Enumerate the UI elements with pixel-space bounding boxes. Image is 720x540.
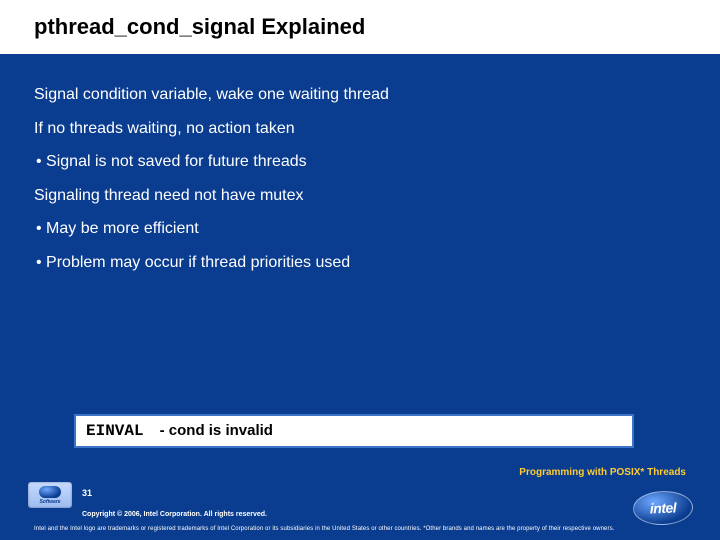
title-bar: pthread_cond_signal Explained bbox=[0, 0, 720, 54]
paragraph: Signal condition variable, wake one wait… bbox=[34, 84, 686, 106]
intel-oval-icon: intel bbox=[632, 490, 693, 526]
slide-title: pthread_cond_signal Explained bbox=[34, 14, 686, 40]
page-number: 31 bbox=[82, 488, 92, 498]
slide: pthread_cond_signal Explained Signal con… bbox=[0, 0, 720, 540]
error-code: EINVAL bbox=[86, 422, 144, 440]
copyright-text: Copyright © 2006, Intel Corporation. All… bbox=[82, 511, 267, 518]
paragraph: If no threads waiting, no action taken bbox=[34, 118, 686, 140]
software-label: Software bbox=[39, 499, 60, 505]
intel-logo-text: intel bbox=[650, 500, 677, 517]
intel-logo-icon: intel bbox=[632, 490, 694, 526]
bullet-item: May be more efficient bbox=[34, 218, 686, 240]
trademark-text: Intel and the Intel logo are trademarks … bbox=[34, 526, 614, 532]
bullet-item: Signal is not saved for future threads bbox=[34, 151, 686, 173]
slide-content: Signal condition variable, wake one wait… bbox=[0, 54, 720, 274]
chip-icon bbox=[39, 486, 61, 498]
error-box: EINVAL - cond is invalid bbox=[74, 414, 634, 448]
course-title: Programming with POSIX* Threads bbox=[519, 467, 686, 478]
bullet-item: Problem may occur if thread priorities u… bbox=[34, 252, 686, 274]
paragraph: Signaling thread need not have mutex bbox=[34, 185, 686, 207]
footer: Software 31 Copyright © 2006, Intel Corp… bbox=[0, 484, 720, 540]
intel-software-badge-icon: Software bbox=[28, 482, 72, 508]
error-description: - cond is invalid bbox=[160, 422, 273, 439]
